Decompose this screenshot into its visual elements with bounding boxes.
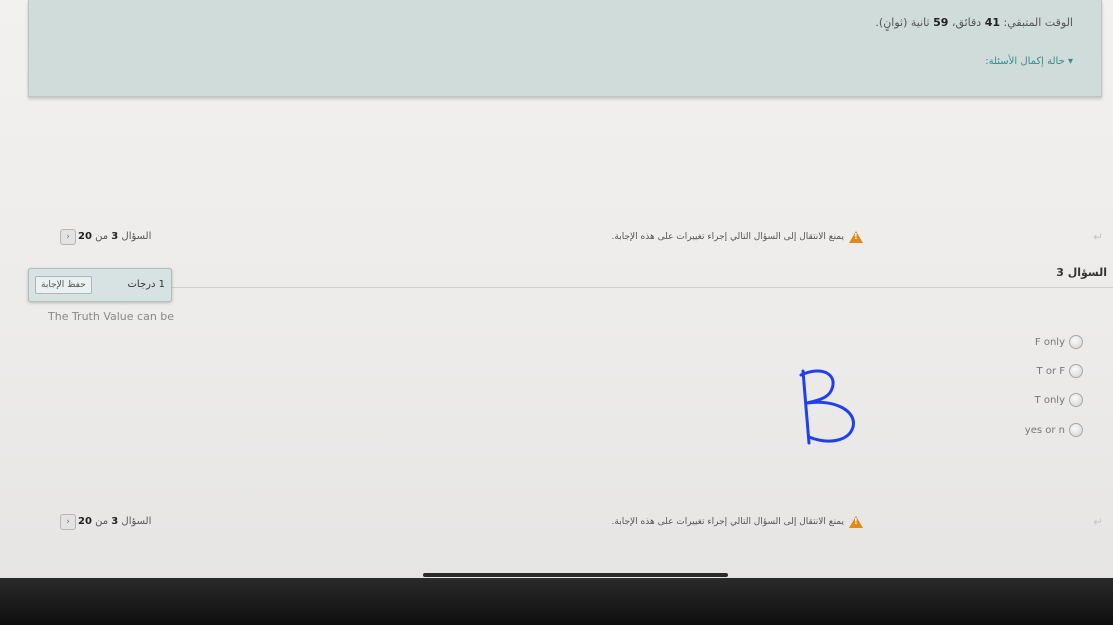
- radio-button[interactable]: [1069, 423, 1083, 437]
- return-arrow-icon: ↵: [1092, 230, 1103, 244]
- seconds-value: 59: [933, 16, 949, 29]
- warning-icon: [849, 231, 863, 243]
- question-counter: السؤال 3 من 20: [78, 231, 151, 242]
- option-label: yes or n: [1024, 424, 1065, 436]
- warning-icon: [849, 516, 863, 528]
- next-question-button[interactable]: ›: [60, 229, 76, 245]
- counter-of: من: [95, 516, 109, 527]
- counter-prefix: السؤال: [121, 516, 152, 527]
- warning-text: يمنع الانتقال إلى السؤال التالي إجراء تغ…: [611, 517, 844, 527]
- navigation-warning: يمنع الانتقال إلى السؤال التالي إجراء تغ…: [612, 231, 863, 243]
- completion-link-label: حالة إكمال الأسئلة:: [985, 56, 1065, 67]
- quiz-screen: الوقت المتبقي: 41 دقائق، 59 ثانية (ثوانٍ…: [0, 0, 1113, 585]
- home-indicator: [423, 573, 728, 577]
- question-counter: السؤال 3 من 20: [78, 516, 151, 527]
- seconds-unit: ثانية (ثوانٍ).: [875, 16, 930, 29]
- timer-panel: الوقت المتبقي: 41 دقائق، 59 ثانية (ثوانٍ…: [28, 0, 1102, 97]
- return-arrow-icon: ↵: [1092, 515, 1103, 529]
- counter-prefix: السؤال: [121, 231, 152, 242]
- current-question-number: 3: [111, 516, 119, 527]
- chevron-right-icon: ›: [66, 232, 70, 242]
- answer-option[interactable]: F only: [1035, 335, 1083, 349]
- divider: [170, 287, 1113, 288]
- total-questions: 20: [78, 516, 92, 527]
- question-completion-status-link[interactable]: ▾ حالة إكمال الأسئلة:: [985, 56, 1073, 67]
- question-title: السؤال 3: [1056, 266, 1107, 279]
- device-bezel: [0, 578, 1113, 625]
- counter-of: من: [95, 231, 109, 242]
- question-text: The Truth Value can be: [48, 310, 175, 323]
- option-label: F only: [1034, 336, 1065, 348]
- save-answer-button[interactable]: حفظ الإجابة: [35, 276, 92, 294]
- option-label: T or F: [1036, 365, 1065, 377]
- current-question-number: 3: [111, 231, 119, 242]
- radio-button[interactable]: [1069, 364, 1083, 378]
- answer-option[interactable]: T or F: [1037, 364, 1083, 378]
- time-remaining: الوقت المتبقي: 41 دقائق، 59 ثانية (ثوانٍ…: [875, 16, 1073, 29]
- minutes-unit: دقائق،: [951, 16, 982, 29]
- answer-option[interactable]: yes or n: [1025, 423, 1083, 437]
- navigation-warning: يمنع الانتقال إلى السؤال التالي إجراء تغ…: [612, 516, 863, 528]
- question-points-box: 1 درجات حفظ الإجابة: [28, 268, 172, 302]
- radio-button[interactable]: [1069, 393, 1083, 407]
- total-questions: 20: [78, 231, 92, 242]
- answer-option[interactable]: T only: [1035, 393, 1083, 407]
- option-label: T only: [1034, 394, 1065, 406]
- points-label: 1 درجات: [127, 279, 165, 290]
- radio-button[interactable]: [1069, 335, 1083, 349]
- warning-text: يمنع الانتقال إلى السؤال التالي إجراء تغ…: [611, 232, 844, 242]
- minutes-value: 41: [984, 16, 1000, 29]
- time-remaining-label: الوقت المتبقي:: [1003, 16, 1074, 29]
- question-nav-top: ↵ يمنع الانتقال إلى السؤال التالي إجراء …: [0, 229, 1113, 247]
- handwritten-b-annotation: [799, 369, 855, 445]
- question-nav-bottom: ↵ يمنع الانتقال إلى السؤال التالي إجراء …: [0, 514, 1113, 532]
- next-question-button[interactable]: ›: [60, 514, 76, 530]
- expand-icon: ▾: [1067, 56, 1073, 67]
- chevron-right-icon: ›: [66, 517, 70, 527]
